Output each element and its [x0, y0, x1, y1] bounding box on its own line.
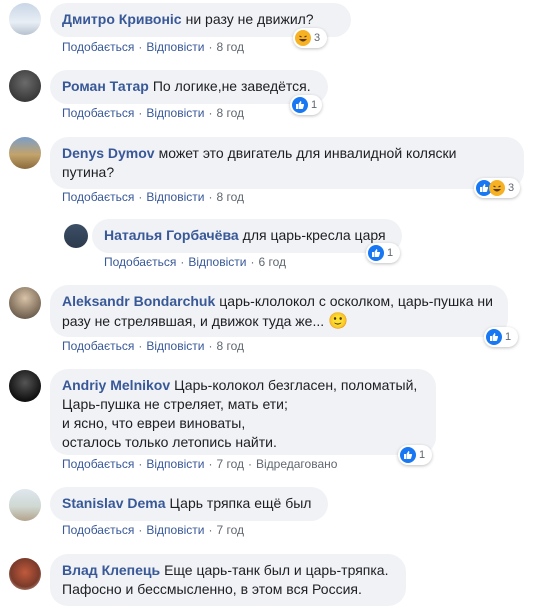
like-link[interactable]: Подобається	[104, 255, 176, 269]
reaction-count: 1	[419, 449, 426, 461]
like-link[interactable]: Подобається	[62, 523, 134, 537]
comment-text: осталось только летопись найти.	[62, 434, 277, 450]
like-link[interactable]: Подобається	[62, 457, 134, 471]
comment-text: может это двигатель для инвалидной коляс…	[158, 145, 457, 161]
avatar[interactable]	[9, 370, 41, 402]
comment-time[interactable]: 7 год	[216, 523, 244, 537]
edited-label[interactable]: Відредаговано	[256, 457, 337, 471]
comment-time[interactable]: 8 год	[216, 40, 244, 54]
like-icon	[400, 447, 416, 463]
reply-link[interactable]: Відповісти	[146, 339, 204, 353]
reaction-count: 3	[314, 32, 321, 44]
comment-time[interactable]: 8 год	[216, 339, 244, 353]
comment-text: Царь-пушка не стреляет, мать ети;	[62, 396, 288, 412]
comment-actions: Подобається · Відповісти · 8 год	[62, 339, 244, 353]
comment-time[interactable]: 8 год	[216, 190, 244, 204]
comment-time[interactable]: 8 год	[216, 106, 244, 120]
comment-text: для царь-кресла царя	[242, 227, 386, 243]
avatar[interactable]	[9, 70, 41, 102]
avatar[interactable]	[9, 489, 41, 521]
comment-author[interactable]: Stanislav Dema	[62, 495, 166, 511]
reaction-count: 1	[505, 331, 512, 343]
comment-author[interactable]: Влад Клепець	[62, 562, 160, 578]
reply-link[interactable]: Відповісти	[146, 40, 204, 54]
comment-time[interactable]: 6 год	[258, 255, 286, 269]
like-link[interactable]: Подобається	[62, 190, 134, 204]
reaction-summary[interactable]: 1	[290, 95, 322, 115]
comment-actions: Подобається · Відповісти · 8 год	[62, 40, 244, 54]
like-link[interactable]: Подобається	[62, 40, 134, 54]
avatar[interactable]	[9, 287, 41, 319]
comment-actions: Подобається · Відповісти · 8 год	[62, 106, 244, 120]
haha-icon	[489, 180, 505, 196]
like-icon	[292, 97, 308, 113]
comment-actions: Подобається · Відповісти · 7 год · Відредагова…	[62, 457, 338, 471]
avatar[interactable]	[9, 558, 41, 590]
reaction-summary[interactable]: 1	[398, 445, 432, 465]
smile-emoji: 🙂	[328, 311, 348, 330]
comment-actions: Подобається · Відповісти · 7 год	[62, 523, 244, 537]
comment-text: и ясно, что евреи виноваты,	[62, 415, 246, 431]
reaction-summary[interactable]: 3	[293, 28, 327, 48]
comment-bubble: Denys Dymov может это двигатель для инвал…	[50, 137, 524, 189]
reply-link[interactable]: Відповісти	[146, 106, 204, 120]
comment-text: путина?	[62, 164, 115, 180]
comment-author[interactable]: Роман Татар	[62, 78, 149, 94]
comment-text: царь-клолокол с осколком, царь-пушка ни	[219, 293, 493, 309]
like-link[interactable]: Подобається	[62, 106, 134, 120]
comment-text: ни разу не движил?	[185, 11, 314, 27]
reply-link[interactable]: Відповісти	[146, 190, 204, 204]
comment-author[interactable]: Дмитро Кривоніс	[62, 11, 182, 27]
comment-actions: Подобається · Відповісти · 6 год	[104, 255, 286, 269]
like-icon	[486, 329, 502, 345]
comment-time[interactable]: 7 год	[216, 457, 244, 471]
avatar[interactable]	[64, 224, 88, 248]
reaction-count: 1	[387, 247, 394, 259]
reply-link[interactable]: Відповісти	[188, 255, 246, 269]
avatar[interactable]	[9, 3, 41, 35]
comment-bubble: Andriy Melnikov Царь-колокол безгласен, п…	[50, 369, 436, 455]
comment-text: Пафосно и бессмысленно, в этом вся Росси…	[62, 581, 362, 597]
reaction-count: 3	[508, 182, 515, 194]
reaction-count: 1	[311, 99, 318, 111]
like-icon	[368, 245, 384, 261]
reaction-summary[interactable]: 3	[474, 178, 520, 198]
comment-text: По логике,не заведётся.	[152, 78, 311, 94]
comment-text: Еще царь-танк был и царь-тряпка.	[164, 562, 389, 578]
reply-link[interactable]: Відповісти	[146, 457, 204, 471]
comment-text: Царь-колокол безгласен, поломатый,	[174, 377, 418, 393]
comment-text: Царь тряпка ещё был	[169, 495, 312, 511]
comment-author[interactable]: Наталья Горбачёва	[104, 227, 239, 243]
comment-bubble: Наталья Горбачёва для царь-кресла царя	[92, 219, 402, 253]
reaction-summary[interactable]: 1	[366, 243, 400, 263]
comment-bubble: Влад Клепець Еще царь-танк был и царь-тря…	[50, 554, 406, 606]
comment-author[interactable]: Andriy Melnikov	[62, 377, 170, 393]
comment-bubble: Stanislav Dema Царь тряпка ещё был	[50, 487, 328, 521]
comment-actions: Подобається · Відповісти · 8 год	[62, 190, 244, 204]
reaction-summary[interactable]: 1	[484, 327, 518, 347]
comment-text: разу не стрелявшая, и движок туда же...	[62, 313, 325, 329]
like-link[interactable]: Подобається	[62, 339, 134, 353]
comment-bubble: Aleksandr Bondarchuk царь-клолокол с оско…	[50, 285, 508, 337]
haha-icon	[295, 30, 311, 46]
comment-bubble: Роман Татар По логике,не заведётся.	[50, 70, 328, 104]
comment-author[interactable]: Aleksandr Bondarchuk	[62, 293, 215, 309]
reply-link[interactable]: Відповісти	[146, 523, 204, 537]
avatar[interactable]	[9, 137, 41, 169]
comment-author[interactable]: Denys Dymov	[62, 145, 155, 161]
